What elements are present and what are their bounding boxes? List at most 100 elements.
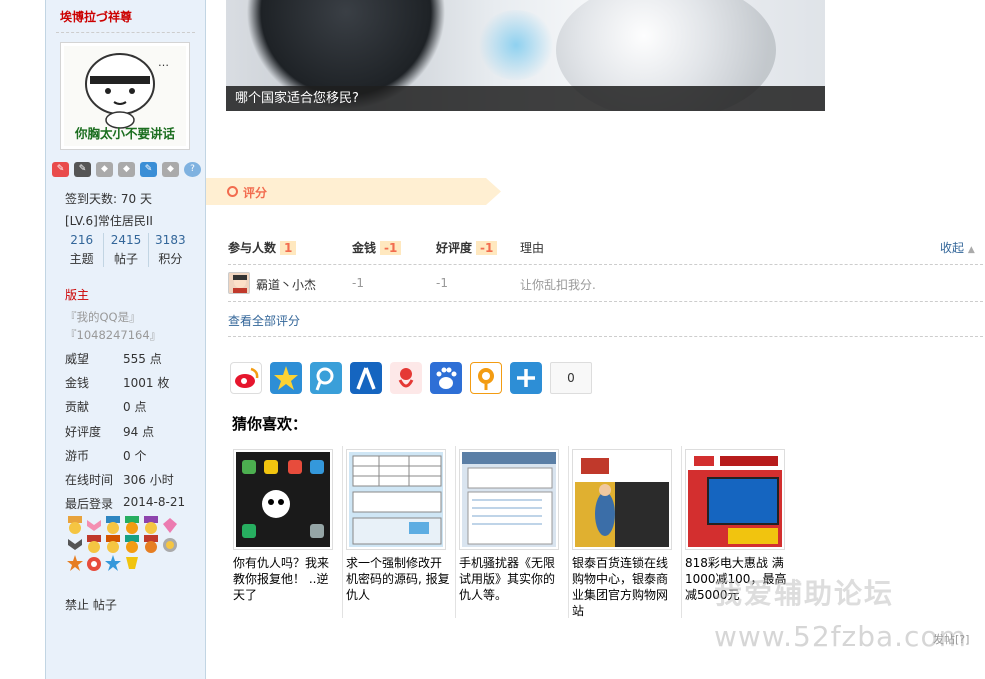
- diamond-icon[interactable]: ◆: [96, 162, 113, 177]
- rating-row: 霸道丶小杰 -1 -1 让你乱扣我分.: [228, 271, 983, 297]
- field-online-time: 在线时间 306 小时: [65, 471, 195, 488]
- collapse-link[interactable]: 收起 ▲: [940, 239, 975, 256]
- recommend-thumb[interactable]: [685, 449, 785, 550]
- money-total: -1: [380, 241, 402, 255]
- watermark-url: www.52fzba.com: [714, 620, 967, 653]
- participants-text: 参与人数: [228, 241, 277, 255]
- stat-posts[interactable]: 2415 帖子: [104, 233, 149, 267]
- medal-icon[interactable]: [85, 535, 103, 553]
- recommend-thumb[interactable]: [346, 449, 446, 550]
- collapse-text: 收起: [940, 241, 965, 255]
- medal-icon[interactable]: [66, 516, 84, 534]
- ad-banner[interactable]: 哪个国家适合您移民?: [226, 0, 825, 111]
- qzone-icon[interactable]: [270, 362, 302, 394]
- medal-icon[interactable]: [142, 535, 160, 553]
- rating-header: 参与人数 1 金钱 -1 好评度 -1 理由 收起 ▲: [228, 239, 983, 257]
- question-icon[interactable]: ?: [184, 162, 201, 177]
- field-value: 2014-8-21: [123, 495, 186, 509]
- diamond-icon[interactable]: ◆: [118, 162, 135, 177]
- tag-blue-icon[interactable]: ✎: [140, 162, 157, 177]
- medal-icon[interactable]: [123, 516, 141, 534]
- medal-icon[interactable]: [104, 516, 122, 534]
- field-contribution: 贡献 0 点: [65, 398, 195, 415]
- medal-icon[interactable]: [104, 535, 122, 553]
- diamond-icon[interactable]: ◆: [162, 162, 179, 177]
- recommend-title[interactable]: 银泰百货连锁在线购物中心，银泰商业集团官方购物网站: [572, 555, 676, 619]
- guess-you-like-title: 猜你喜欢：: [232, 415, 308, 433]
- stat-threads[interactable]: 216 主题: [60, 233, 105, 267]
- recommend-title[interactable]: 你有仇人吗？我来教你报复他！ ..逆天了: [233, 555, 337, 603]
- banner-glow: [476, 10, 556, 80]
- medal-icon[interactable]: [104, 554, 122, 572]
- kaixin-icon[interactable]: [390, 362, 422, 394]
- recommend-card[interactable]: 手机骚扰器《无限试用版》其实你的仇人等。: [456, 446, 569, 618]
- user-group[interactable]: 版主: [65, 286, 89, 303]
- report-link[interactable]: 发帖[?]: [933, 631, 969, 647]
- divider: [56, 32, 195, 33]
- medal-icon[interactable]: [85, 516, 103, 534]
- field-key: 金钱: [65, 376, 90, 390]
- stat-label: 主题: [69, 252, 94, 266]
- field-key: 最后登录: [65, 497, 114, 511]
- recommend-thumb[interactable]: [459, 449, 559, 550]
- field-key: 贡献: [65, 400, 90, 414]
- field-money: 金钱 1001 枚: [65, 374, 195, 391]
- field-key: 游币: [65, 449, 90, 463]
- medal-icon[interactable]: [85, 554, 103, 572]
- field-value: 1001 枚: [123, 376, 170, 390]
- custom-title-line2: 『1048247164』: [65, 328, 162, 342]
- recommend-title[interactable]: 求一个强制修改开机密码的源码, 报复仇人: [346, 555, 450, 603]
- medal-icon[interactable]: [66, 535, 84, 553]
- pengyou-icon[interactable]: [470, 362, 502, 394]
- custom-title-line1: 『我的QQ是』: [65, 310, 141, 324]
- medal-icon[interactable]: [123, 554, 141, 572]
- user-level[interactable]: [LV.6]常住居民II: [65, 212, 153, 229]
- view-all-ratings-link[interactable]: 查看全部评分: [228, 312, 300, 329]
- recommend-thumb[interactable]: [572, 449, 672, 550]
- medal-icon[interactable]: [123, 535, 141, 553]
- rep-label: 好评度 -1: [436, 239, 498, 256]
- rater-avatar[interactable]: [228, 272, 250, 294]
- money-label: 金钱 -1: [352, 239, 402, 256]
- rating-tab: 评分: [206, 178, 501, 205]
- divider: [228, 301, 983, 302]
- field-coins: 游币 0 个: [65, 447, 195, 464]
- recommend-card[interactable]: 求一个强制修改开机密码的源码, 报复仇人: [343, 446, 456, 618]
- medal-icon[interactable]: [66, 554, 84, 572]
- recommend-thumb[interactable]: [233, 449, 333, 550]
- avatar[interactable]: … 你胸太小不要讲话: [60, 42, 190, 150]
- recommend-title[interactable]: 手机骚扰器《无限试用版》其实你的仇人等。: [459, 555, 563, 603]
- stat-points[interactable]: 3183 积分: [149, 233, 192, 267]
- banner-caption[interactable]: 哪个国家适合您移民?: [226, 86, 825, 111]
- baidu-icon[interactable]: [430, 362, 462, 394]
- plus-icon[interactable]: [510, 362, 542, 394]
- signin-days: 签到天数: 70 天: [65, 192, 152, 206]
- rater-name[interactable]: 霸道丶小杰: [256, 276, 316, 293]
- stat-value: 216: [70, 233, 94, 247]
- participants-count: 1: [280, 241, 297, 255]
- stat-label: 帖子: [113, 252, 138, 266]
- tencent-weibo-icon[interactable]: [310, 362, 342, 394]
- medal-icon[interactable]: [161, 516, 179, 534]
- user-stats: 216 主题 2415 帖子 3183 积分: [60, 233, 192, 267]
- stat-label: 积分: [158, 252, 183, 266]
- field-value: 306 小时: [123, 473, 174, 487]
- share-bar: 0: [230, 362, 592, 394]
- renren-icon[interactable]: [350, 362, 382, 394]
- money-text: 金钱: [352, 241, 377, 255]
- ban-post-link[interactable]: 禁止 帖子: [65, 596, 117, 613]
- recommend-card[interactable]: 银泰百货连锁在线购物中心，银泰商业集团官方购物网站: [569, 446, 682, 618]
- recommend-card[interactable]: 你有仇人吗？我来教你报复他！ ..逆天了: [230, 446, 343, 618]
- medal-list: [66, 516, 192, 572]
- medal-icon[interactable]: [142, 516, 160, 534]
- medal-icon[interactable]: [161, 535, 179, 553]
- tag-dark-icon[interactable]: ✎: [74, 162, 91, 177]
- rater-rep: -1: [436, 276, 448, 290]
- rating-tab-title: 评分: [243, 186, 268, 200]
- tag-red-icon[interactable]: ✎: [52, 162, 69, 177]
- author-username[interactable]: 埃博拉づ祥尊: [60, 8, 132, 25]
- circle-icon: [227, 186, 238, 197]
- weibo-icon[interactable]: [230, 362, 262, 394]
- field-prestige: 威望 555 点: [65, 350, 195, 367]
- rep-total: -1: [476, 241, 498, 255]
